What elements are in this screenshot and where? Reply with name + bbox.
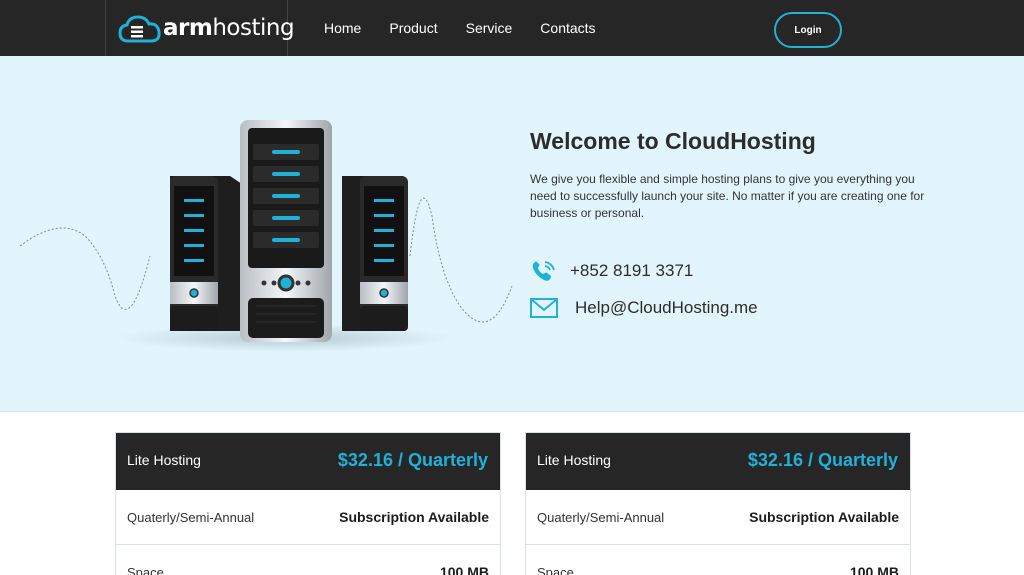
contact-phone[interactable]: +852 8191 3371 <box>530 259 693 283</box>
row-label: Quaterly/Semi-Annual <box>127 510 255 525</box>
plan-row: Quaterly/Semi-Annual Subscription Availa… <box>116 490 500 545</box>
phone-number: +852 8191 3371 <box>570 261 694 280</box>
login-button[interactable]: Login <box>774 12 842 48</box>
phone-icon <box>532 261 555 281</box>
card-header: Lite Hosting $32.16 / Quarterly <box>526 433 910 490</box>
nav-contacts[interactable]: Contacts <box>540 20 595 36</box>
envelope-icon <box>530 298 558 318</box>
row-label: Space <box>127 565 164 575</box>
cloud-server-icon <box>118 15 161 43</box>
row-value: Subscription Available <box>749 509 899 525</box>
plan-row: Space 100 MB <box>526 545 910 575</box>
nav-service[interactable]: Service <box>466 20 513 36</box>
hero-section: Welcome to CloudHosting We give you flex… <box>0 56 1024 412</box>
row-value: 100 MB <box>439 564 489 575</box>
email-address: Help@CloudHosting.me <box>575 298 758 317</box>
row-value: Subscription Available <box>339 509 489 525</box>
plan-name: Lite Hosting <box>127 452 201 468</box>
row-value: 100 MB <box>849 564 899 575</box>
card-header: Lite Hosting $32.16 / Quarterly <box>116 433 500 490</box>
server-illustration <box>20 120 513 352</box>
plan-row: Space 100 MB <box>116 545 500 575</box>
pricing-card-lite-2: Lite Hosting $32.16 / Quarterly Quaterly… <box>525 432 911 575</box>
top-navbar: armhosting Home Product Service Contacts… <box>0 0 1024 56</box>
plan-row: Quaterly/Semi-Annual Subscription Availa… <box>526 490 910 545</box>
nav-home[interactable]: Home <box>324 20 361 36</box>
row-label: Quaterly/Semi-Annual <box>537 510 665 525</box>
plan-price: $32.16 / Quarterly <box>337 450 488 470</box>
hero-title: Welcome to CloudHosting <box>530 128 816 154</box>
logo-text: armhosting <box>163 15 295 41</box>
hero-description: We give you flexible and simple hosting … <box>530 172 925 220</box>
row-label: Space <box>537 565 574 575</box>
nav-product[interactable]: Product <box>389 20 437 36</box>
plan-name: Lite Hosting <box>537 452 611 468</box>
contact-email[interactable]: Help@CloudHosting.me <box>530 296 758 320</box>
main-nav: Home Product Service Contacts <box>324 0 624 56</box>
plan-price: $32.16 / Quarterly <box>747 450 898 470</box>
pricing-card-lite-1: Lite Hosting $32.16 / Quarterly Quaterly… <box>115 432 501 575</box>
logo[interactable]: armhosting <box>105 0 295 56</box>
